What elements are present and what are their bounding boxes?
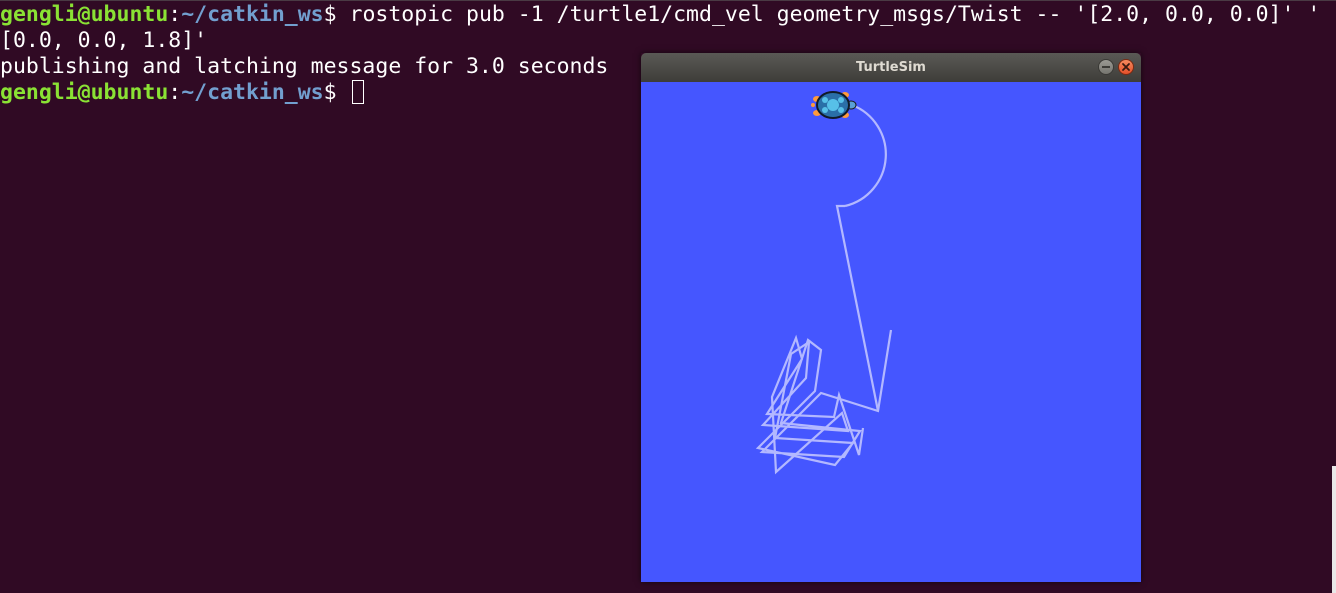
window-titlebar[interactable]: TurtleSim xyxy=(641,53,1141,82)
terminal-command-line: gengli@ubuntu:~/catkin_ws$ rostopic pub … xyxy=(0,2,1320,28)
minimize-icon[interactable] xyxy=(1098,59,1114,75)
terminal-output-line: publishing and latching message for 3.0 … xyxy=(0,54,608,80)
prompt-path: ~/catkin_ws xyxy=(181,2,324,27)
text-cursor[interactable] xyxy=(351,80,364,104)
terminal-top-border xyxy=(0,0,1336,1)
background-window-edge xyxy=(1332,466,1336,593)
prompt-symbol: $ xyxy=(323,80,350,105)
prompt-user: gengli@ubuntu xyxy=(0,80,169,105)
prompt-path: ~/catkin_ws xyxy=(181,80,324,105)
turtle-trail-polygons xyxy=(755,329,893,475)
turtlesim-window[interactable]: TurtleSim xyxy=(641,53,1141,582)
turtle-icon xyxy=(811,91,857,119)
terminal-prompt-line[interactable]: gengli@ubuntu:~/catkin_ws$ xyxy=(0,80,364,106)
command-continuation-text: [0.0, 0.0, 1.8]' xyxy=(0,28,208,53)
terminal-command-continuation: [0.0, 0.0, 1.8]' xyxy=(0,28,207,54)
prompt-user: gengli@ubuntu xyxy=(0,2,169,27)
turtle-trail-line xyxy=(835,204,880,412)
prompt-separator: : xyxy=(168,80,182,105)
turtle-trail-arc xyxy=(830,103,887,208)
prompt-separator: : xyxy=(168,2,182,27)
command-text: rostopic pub -1 /turtle1/cmd_vel geometr… xyxy=(349,2,1321,27)
output-text: publishing and latching message for 3.0 … xyxy=(0,54,609,79)
prompt-symbol: $ xyxy=(323,2,350,27)
window-title: TurtleSim xyxy=(856,60,926,75)
turtlesim-canvas xyxy=(641,82,1141,582)
turtle-drawing xyxy=(755,91,893,475)
close-icon[interactable] xyxy=(1118,59,1134,75)
